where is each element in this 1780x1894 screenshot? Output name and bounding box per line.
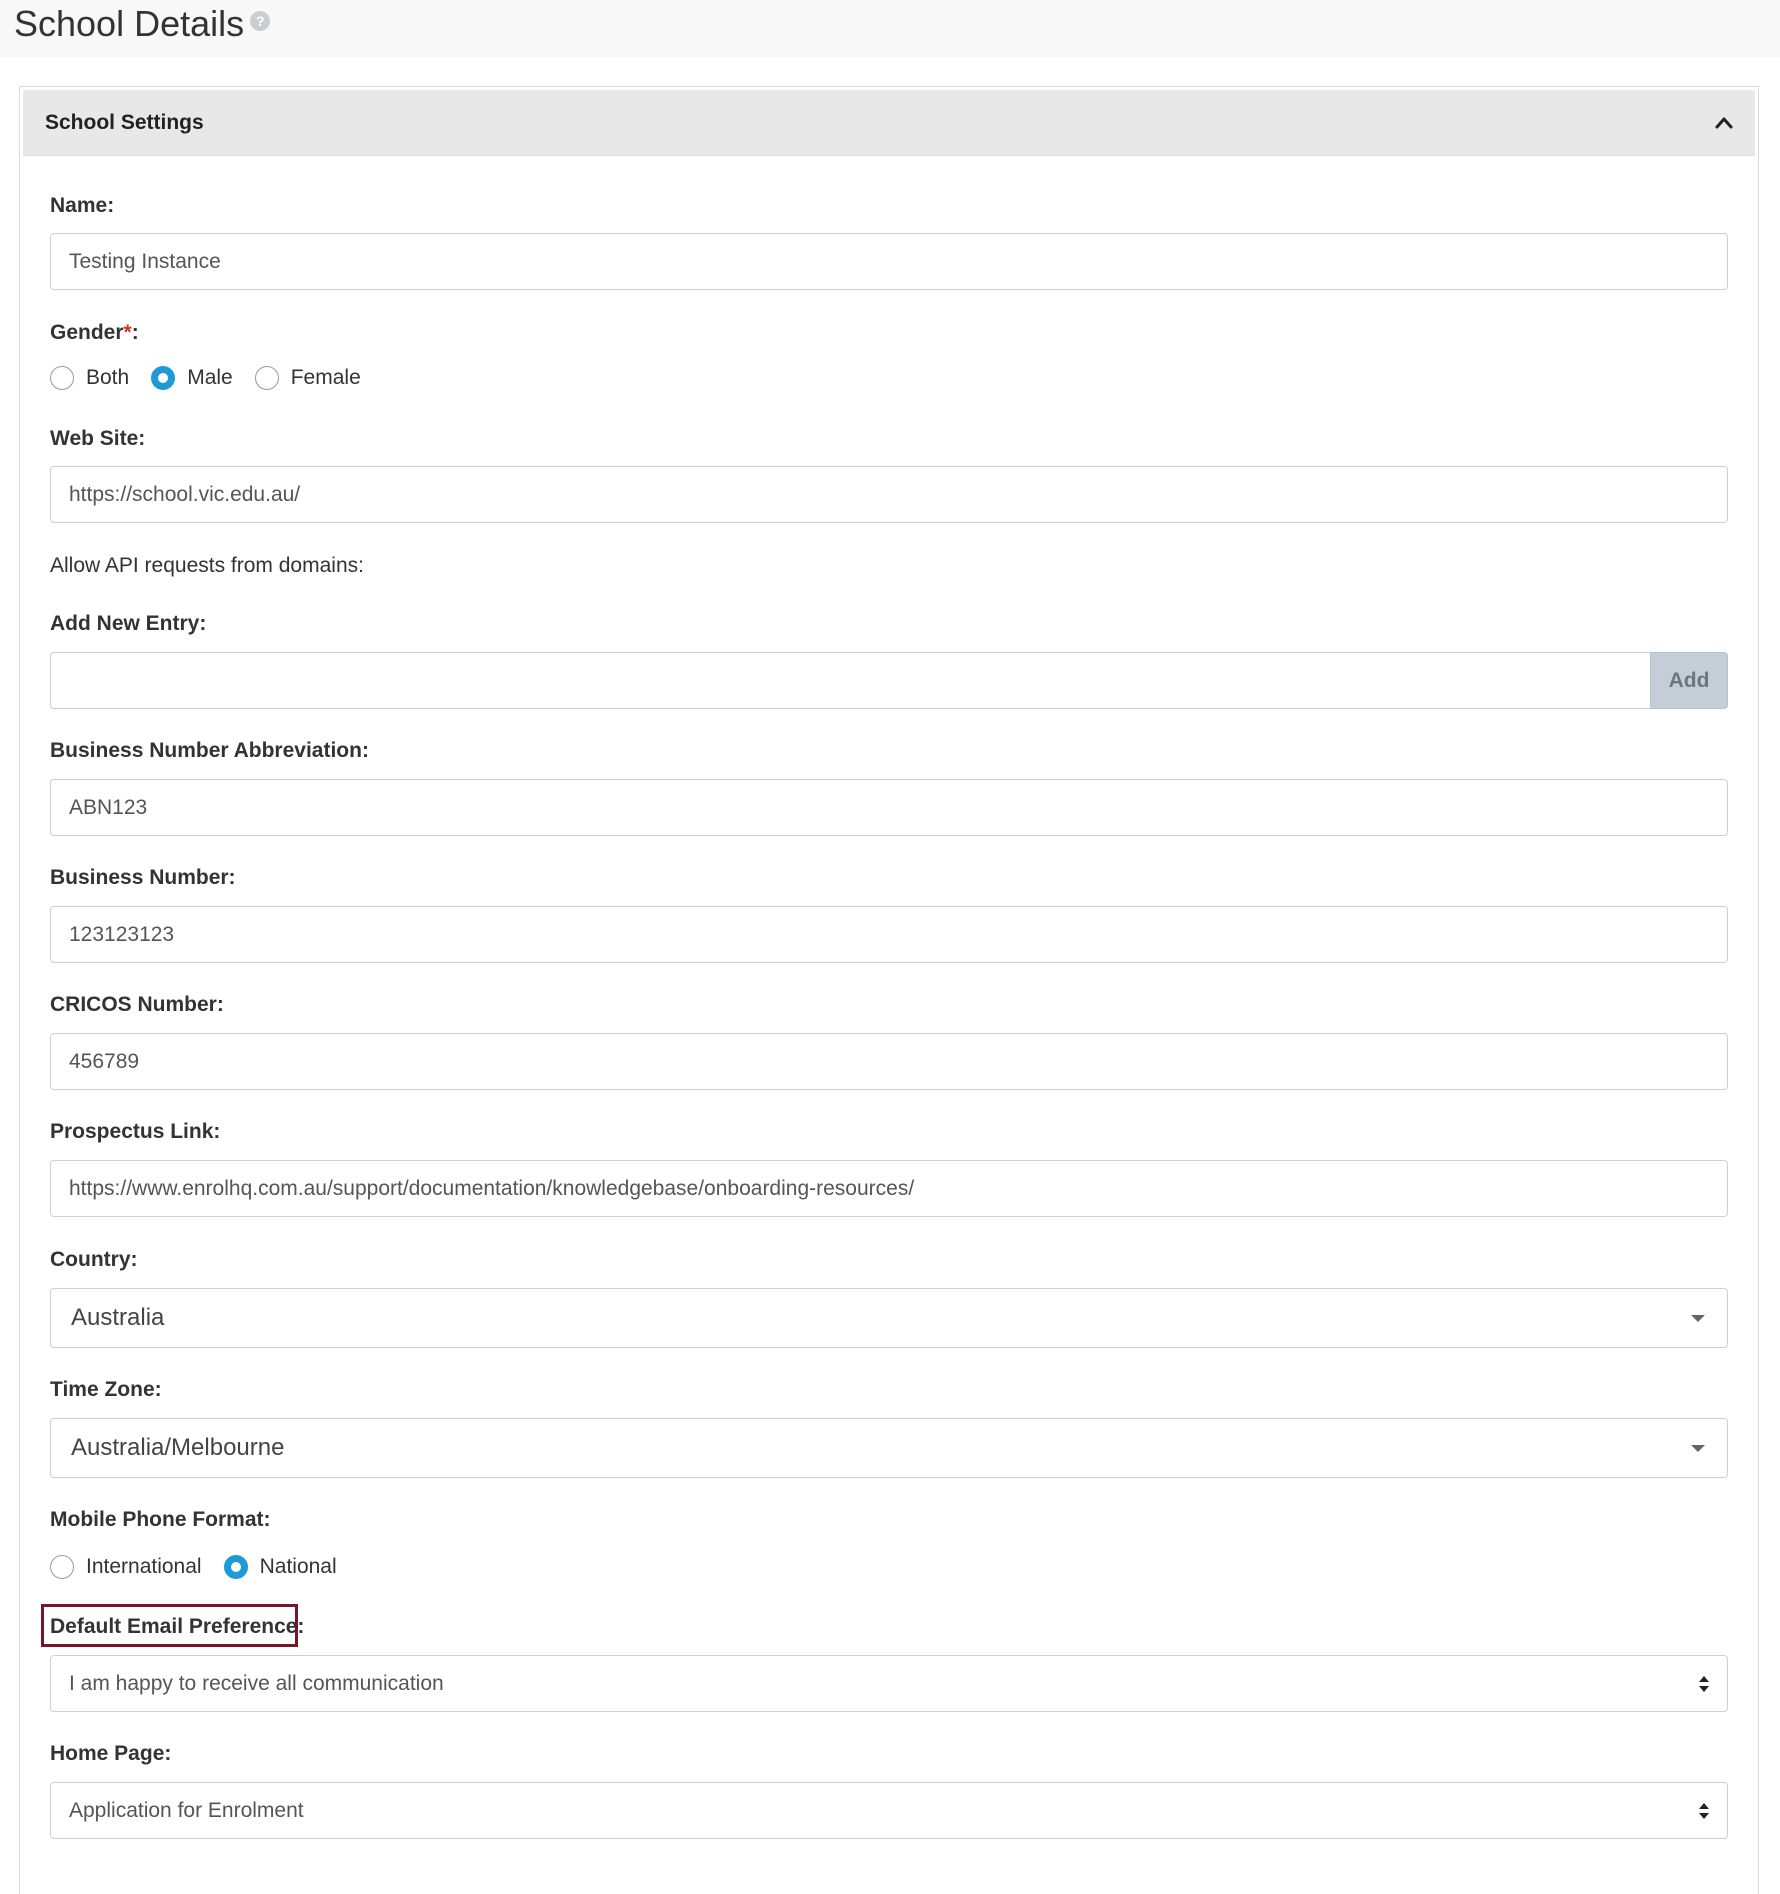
gender-radio-group: Both Male Female xyxy=(50,364,383,392)
email-pref-select-value: I am happy to receive all communication xyxy=(69,1672,444,1695)
prospectus-input[interactable]: https://www.enrolhq.com.au/support/docum… xyxy=(50,1160,1728,1217)
radio-label: International xyxy=(86,1555,202,1578)
caret-down-icon xyxy=(1691,1445,1705,1452)
radio-label: National xyxy=(259,1555,337,1578)
country-label: Country: xyxy=(50,1248,138,1271)
chevron-up-icon[interactable] xyxy=(1713,112,1735,134)
radio-label: Both xyxy=(86,366,130,389)
add-entry-input[interactable] xyxy=(50,652,1650,709)
radio-circle[interactable] xyxy=(254,366,279,390)
mobile-format-label: Mobile Phone Format: xyxy=(50,1508,271,1531)
add-button[interactable]: Add xyxy=(1650,652,1728,709)
name-input[interactable]: Testing Instance xyxy=(50,233,1728,290)
country-select-value: Australia xyxy=(71,1304,165,1331)
home-page-label: Home Page: xyxy=(50,1742,172,1765)
page-title: School Details? xyxy=(14,2,271,46)
email-pref-label: Default Email Preference: xyxy=(50,1615,305,1638)
home-page-select[interactable]: Application for Enrolment xyxy=(50,1782,1728,1839)
website-label: Web Site: xyxy=(50,427,146,450)
country-select[interactable]: Australia xyxy=(50,1288,1728,1348)
gender-radio-male[interactable]: Male xyxy=(151,365,233,391)
radio-label: Female xyxy=(290,366,361,389)
panel-heading[interactable]: School Settings xyxy=(23,90,1755,156)
mobile-format-radio-group: International National xyxy=(50,1553,359,1581)
help-icon[interactable]: ? xyxy=(250,11,271,31)
business-number-input[interactable]: 123123123 xyxy=(50,906,1728,963)
updown-arrows-icon xyxy=(1699,1676,1709,1692)
panel-title: School Settings xyxy=(45,111,204,134)
mobile-format-radio-international[interactable]: International xyxy=(50,1554,202,1580)
website-input[interactable]: https://school.vic.edu.au/ xyxy=(50,466,1728,523)
cricos-label: CRICOS Number: xyxy=(50,993,224,1016)
business-number-value: 123123123 xyxy=(69,923,175,946)
prospectus-value: https://www.enrolhq.com.au/support/docum… xyxy=(69,1177,915,1200)
page-header: School Details? xyxy=(0,0,1780,57)
timezone-select[interactable]: Australia/Melbourne xyxy=(50,1418,1728,1478)
business-number-label: Business Number: xyxy=(50,866,236,889)
business-abbrev-label: Business Number Abbreviation: xyxy=(50,739,369,762)
cricos-input[interactable]: 456789 xyxy=(50,1033,1728,1090)
email-pref-select[interactable]: I am happy to receive all communication xyxy=(50,1655,1728,1712)
website-input-value: https://school.vic.edu.au/ xyxy=(69,483,301,506)
radio-circle[interactable] xyxy=(50,366,74,390)
caret-down-icon xyxy=(1691,1315,1705,1322)
gender-label-colon: : xyxy=(131,321,139,344)
business-abbrev-value: ABN123 xyxy=(69,796,148,819)
cricos-value: 456789 xyxy=(69,1050,140,1073)
radio-circle-checked[interactable] xyxy=(151,366,176,390)
name-input-value: Testing Instance xyxy=(69,250,221,273)
business-abbrev-input[interactable]: ABN123 xyxy=(50,779,1728,836)
prospectus-label: Prospectus Link: xyxy=(50,1120,221,1143)
timezone-select-value: Australia/Melbourne xyxy=(71,1434,285,1461)
timezone-label: Time Zone: xyxy=(50,1378,162,1401)
gender-radio-both[interactable]: Both xyxy=(50,365,129,391)
radio-circle[interactable] xyxy=(50,1555,74,1579)
gender-label-text: Gender xyxy=(50,321,124,344)
updown-arrows-icon xyxy=(1699,1803,1709,1819)
name-label: Name: xyxy=(50,194,115,217)
add-entry-label: Add New Entry: xyxy=(50,612,207,635)
api-domains-label: Allow API requests from domains: xyxy=(50,554,364,577)
required-mark: * xyxy=(123,321,132,344)
mobile-format-radio-national[interactable]: National xyxy=(223,1554,337,1580)
gender-label: Gender*: xyxy=(50,320,139,346)
radio-circle-checked[interactable] xyxy=(223,1555,248,1579)
radio-label: Male xyxy=(187,366,233,389)
page-title-text: School Details xyxy=(14,3,245,44)
home-page-select-value: Application for Enrolment xyxy=(69,1799,304,1822)
gender-radio-female[interactable]: Female xyxy=(254,365,361,391)
